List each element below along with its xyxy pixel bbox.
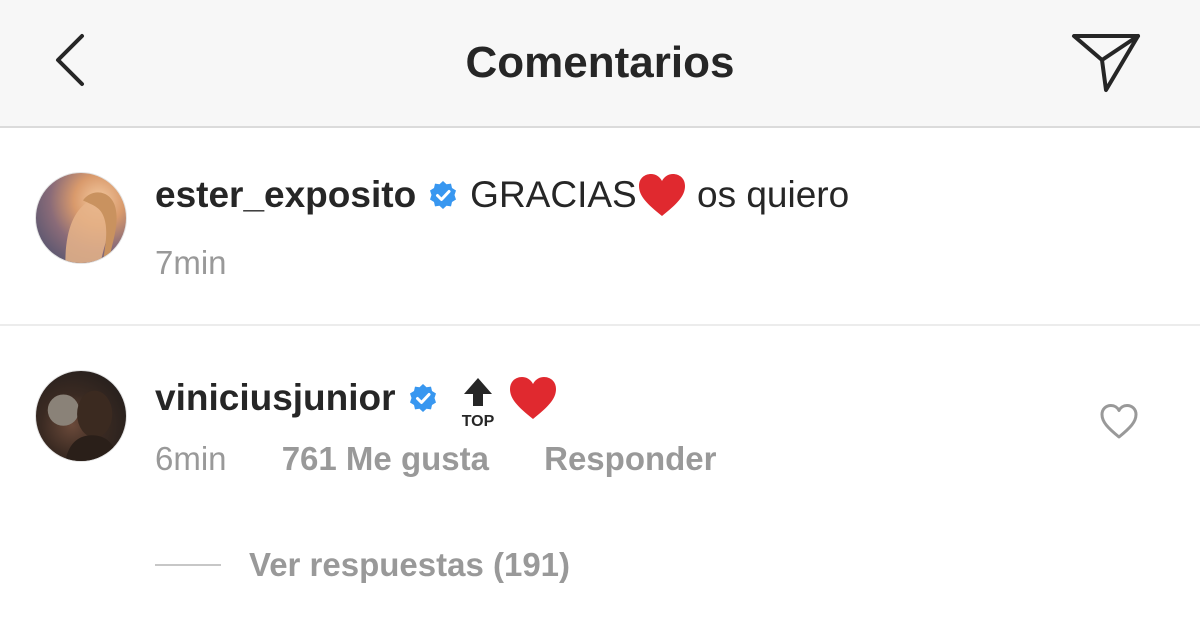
heart-outline-icon	[1100, 404, 1138, 439]
verified-badge-icon	[409, 384, 436, 412]
divider	[155, 564, 221, 566]
comment-meta: 6min 761 Me gusta Responder	[155, 440, 763, 478]
comment-item: viniciusjunior TOP 6min 761 Me gusta Res…	[0, 328, 1200, 617]
timestamp: 6min	[155, 440, 227, 477]
page-title: Comentarios	[465, 38, 735, 87]
username[interactable]: viniciusjunior	[155, 376, 396, 420]
comment-meta: 7min	[155, 244, 273, 282]
like-button[interactable]	[1099, 402, 1139, 442]
top-arrow-emoji-icon: TOP	[461, 378, 494, 430]
share-button[interactable]	[1068, 28, 1144, 96]
heart-emoji-icon	[509, 377, 556, 419]
avatar[interactable]	[35, 172, 127, 264]
comment-line: ester_exposito GRACIAS os quiero	[155, 172, 849, 218]
avatar[interactable]	[35, 370, 127, 462]
verified-badge-icon	[430, 181, 457, 209]
view-replies-button[interactable]: Ver respuestas (191)	[155, 546, 570, 584]
timestamp: 7min	[155, 244, 227, 281]
username[interactable]: ester_exposito	[155, 173, 416, 217]
profile-photo-icon	[65, 192, 117, 263]
caption-comment: ester_exposito GRACIAS os quiero 7min	[0, 130, 1200, 326]
top-label: TOP	[461, 413, 494, 430]
comment-line: viniciusjunior TOP	[155, 370, 558, 430]
reply-button[interactable]: Responder	[544, 440, 716, 477]
paper-plane-icon	[1072, 34, 1140, 92]
top-bar: Comentarios	[0, 0, 1200, 128]
likes-count[interactable]: 761 Me gusta	[282, 440, 489, 477]
view-replies-label: Ver respuestas (191)	[249, 546, 571, 583]
comment-text-end: os quiero	[686, 174, 850, 215]
heart-emoji-icon	[638, 174, 685, 216]
comment-text-start: GRACIAS	[470, 174, 637, 215]
profile-photo-icon	[47, 390, 119, 461]
